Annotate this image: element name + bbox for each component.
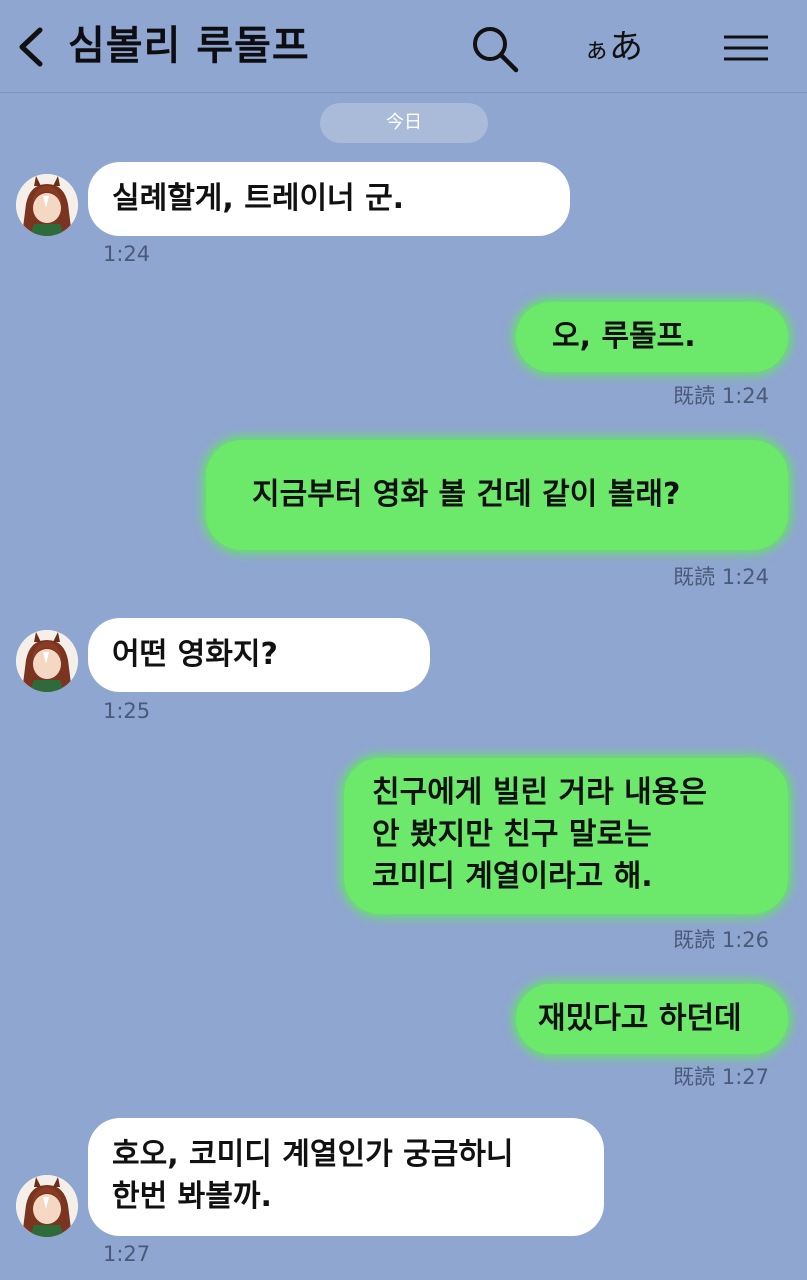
outgoing-message-bubble: 지금부터 영화 볼 건데 같이 볼래? [206, 440, 788, 550]
read-receipt: 既読 [673, 928, 716, 952]
message-line: 오, 루돌프. [552, 319, 696, 354]
message-line: 실례할게, 트레이너 군. [112, 181, 405, 216]
message-line: 어떤 영화지? [112, 637, 278, 672]
font-size-large-glyph: あ [609, 27, 644, 67]
outgoing-message-bubble: 재밌다고 하던데 [516, 984, 788, 1054]
message-status: 既読 1:24 [673, 380, 769, 410]
message-line: 친구에게 빌린 거라 내용은 [372, 775, 707, 810]
avatar-image [16, 630, 78, 692]
message-time: 1:27 [721, 1065, 769, 1089]
read-receipt: 既読 [673, 1065, 716, 1089]
message-time: 1:27 [103, 1242, 151, 1266]
message-line: 재밌다고 하던데 [538, 1001, 742, 1036]
contact-avatar[interactable] [16, 630, 78, 692]
message-status: 既読 1:27 [673, 1061, 769, 1091]
message-status: 既読 1:26 [673, 924, 769, 954]
outgoing-message-bubble: 오, 루돌프. [516, 302, 788, 372]
avatar-image [16, 174, 78, 236]
outgoing-message-bubble: 친구에게 빌린 거라 내용은 안 봤지만 친구 말로는 코미디 계열이라고 해. [344, 758, 788, 914]
avatar-image [16, 1175, 78, 1237]
font-size-small-glyph: ぁ [584, 35, 610, 64]
incoming-message-bubble: 어떤 영화지? [88, 618, 430, 692]
message-line: 코미디 계열이라고 해. [372, 859, 653, 894]
message-time: 1:24 [721, 565, 769, 589]
search-icon[interactable] [470, 24, 520, 74]
message-time: 1:25 [103, 699, 151, 723]
message-line: 안 봤지만 친구 말로는 [372, 817, 652, 852]
menu-icon[interactable] [722, 33, 770, 63]
read-receipt: 既読 [673, 565, 716, 589]
message-status: 既読 1:24 [673, 561, 769, 591]
date-divider: 今日 [320, 103, 488, 143]
read-receipt: 既読 [673, 384, 716, 408]
contact-avatar[interactable] [16, 174, 78, 236]
message-time: 1:24 [103, 242, 151, 266]
font-size-button[interactable]: ぁあ [584, 22, 643, 72]
message-line: 호오, 코미디 계열인가 궁금하니 [112, 1137, 514, 1172]
chat-header: 심볼리 루돌프 ぁあ [0, 0, 807, 93]
message-time: 1:24 [721, 384, 769, 408]
message-time: 1:26 [721, 928, 769, 952]
contact-avatar[interactable] [16, 1175, 78, 1237]
incoming-message-bubble: 실례할게, 트레이너 군. [88, 162, 570, 236]
incoming-message-bubble: 호오, 코미디 계열인가 궁금하니 한번 봐볼까. [88, 1118, 604, 1236]
message-line: 지금부터 영화 볼 건데 같이 볼래? [252, 477, 681, 512]
message-line: 한번 봐볼까. [112, 1179, 272, 1214]
back-arrow-icon[interactable] [14, 24, 50, 70]
chat-title: 심볼리 루돌프 [68, 23, 310, 69]
